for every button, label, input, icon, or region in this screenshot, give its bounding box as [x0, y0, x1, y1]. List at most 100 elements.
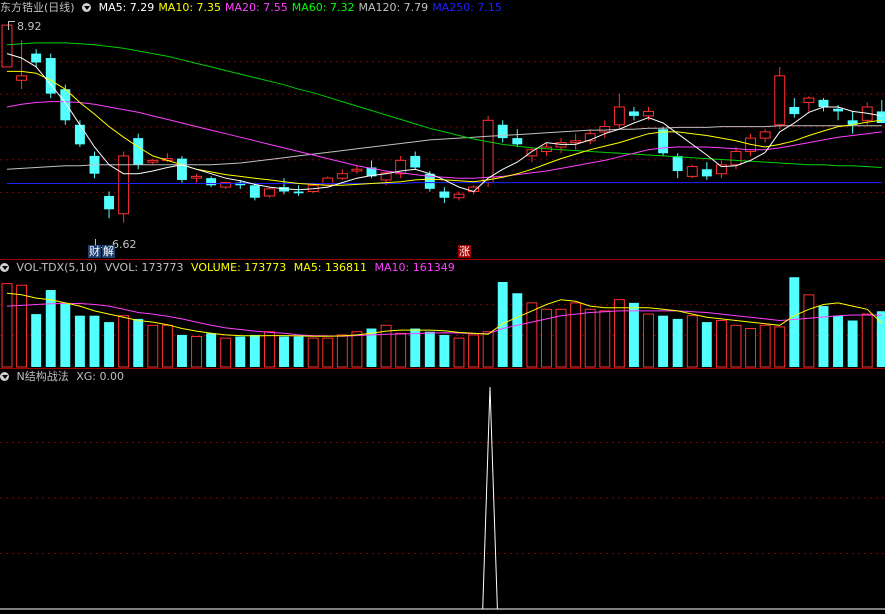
volume-bar: [263, 331, 275, 368]
stock-title: 东方锆业(日线): [0, 1, 75, 14]
volume-bar: [803, 294, 815, 368]
volume-bar: [584, 308, 596, 368]
dropdown-icon[interactable]: [82, 3, 92, 12]
ma-legend-item: MA120: 7.79: [358, 1, 429, 14]
ma-legend-item: MA20: 7.55: [225, 1, 288, 14]
finance-tag[interactable]: 财: [88, 245, 101, 258]
explain-tag[interactable]: 解: [102, 245, 115, 258]
volume-bar: [220, 337, 232, 368]
candle-body: [759, 131, 771, 139]
price-panel[interactable]: 东方锆业(日线) MA5: 7.29 MA10: 7.35 MA20: 7.55 MA…: [0, 0, 885, 260]
volume-bar: [774, 326, 786, 368]
volume-bar: [307, 337, 319, 368]
candle-body: [789, 106, 800, 115]
volume-panel[interactable]: VOL-TDX(5,10) VVOL: 173773 VOLUME: 17377…: [0, 260, 885, 368]
candle-body: [686, 166, 698, 177]
volume-chart[interactable]: [0, 260, 885, 368]
volume-bar: [161, 324, 173, 368]
volume-header: VOL-TDX(5,10) VVOL: 173773 VOLUME: 17377…: [0, 260, 459, 276]
ma5-line: [6, 53, 882, 193]
volume-value: VOLUME: 173773: [191, 261, 287, 274]
candle-body: [643, 110, 654, 117]
volume-bar: [759, 324, 771, 368]
volume-bar: [570, 302, 582, 368]
volume-bar: [89, 315, 100, 367]
indicator-title: N结构战法: [16, 370, 69, 383]
candle-body: [482, 119, 494, 184]
volume-bar: [555, 308, 567, 368]
candle-body: [818, 99, 829, 107]
candle-body: [191, 175, 202, 179]
indicator-chart[interactable]: [0, 369, 885, 614]
ma250-line: [7, 182, 882, 184]
volume-bar: [847, 320, 858, 367]
volume-bar: [715, 320, 727, 368]
candle-body: [133, 138, 144, 165]
volume-bar: [613, 299, 625, 368]
candle-body: [833, 108, 844, 112]
candle-body: [31, 53, 42, 63]
volume-bar: [818, 306, 829, 367]
volume-bar: [599, 310, 611, 368]
volume-bar: [410, 328, 421, 367]
vvol-value: VVOL: 173773: [104, 261, 184, 274]
volume-bar: [395, 332, 407, 368]
price-chart[interactable]: [0, 0, 885, 260]
candle-body: [74, 124, 85, 145]
candle-body: [570, 140, 582, 144]
ma-legend-item: MA60: 7.32: [291, 1, 355, 14]
indicator-panel[interactable]: N结构战法 XG: 0.00: [0, 369, 885, 614]
ma-legend: MA5: 7.29 MA10: 7.35 MA20: 7.55 MA60: 7.32 M…: [99, 1, 506, 14]
volume-bar: [658, 315, 669, 367]
candle-body: [701, 169, 712, 177]
candle-body: [263, 188, 275, 197]
candle-body: [672, 155, 683, 172]
candle-body: [730, 150, 742, 166]
candle-body: [410, 155, 421, 168]
volume-bar: [31, 314, 42, 367]
volume-bar: [177, 334, 187, 367]
candle-body: [60, 89, 71, 121]
candle-body: [104, 195, 115, 210]
volume-bar: [104, 322, 115, 367]
volume-bar: [336, 334, 348, 368]
volume-bar: [1, 283, 13, 368]
volume-bar: [424, 331, 435, 367]
volume-bar: [789, 277, 800, 367]
limit-up-tag[interactable]: 涨: [458, 245, 471, 258]
volume-bar: [512, 293, 523, 367]
volume-bar: [74, 315, 85, 367]
candle-body: [177, 158, 187, 180]
volume-bar: [45, 290, 56, 367]
candle-body: [16, 75, 28, 81]
dropdown-icon[interactable]: [0, 372, 9, 381]
candle-body: [453, 193, 465, 199]
candle-body: [599, 126, 611, 133]
volume-bar: [497, 282, 508, 367]
volume-bar: [322, 337, 334, 368]
candle-body: [336, 173, 348, 179]
vol-ma10-value: MA10: 161349: [374, 261, 455, 274]
volume-bar: [206, 333, 217, 367]
candle-body: [439, 191, 450, 198]
ma-legend-item: MA5: 7.29: [98, 1, 155, 14]
volume-bar: [293, 336, 304, 367]
candle-body: [351, 168, 363, 172]
volume-bar: [628, 302, 639, 367]
volume-bar: [745, 328, 757, 368]
candle-body: [803, 97, 815, 104]
volume-bar: [235, 336, 246, 367]
candle-body: [512, 138, 523, 145]
volume-bar: [118, 315, 130, 368]
volume-bar: [701, 322, 712, 367]
indicator-header: N结构战法 XG: 0.00: [0, 369, 128, 385]
ma-legend-item: MA10: 7.35: [158, 1, 222, 14]
volume-bar: [468, 334, 480, 368]
candle-body: [293, 191, 304, 194]
volume-bar: [686, 315, 698, 368]
volume-bar: [16, 284, 28, 368]
candle-body: [322, 177, 334, 186]
volume-bar: [861, 313, 873, 368]
candle-body: [613, 106, 625, 126]
dropdown-icon[interactable]: [0, 263, 9, 272]
